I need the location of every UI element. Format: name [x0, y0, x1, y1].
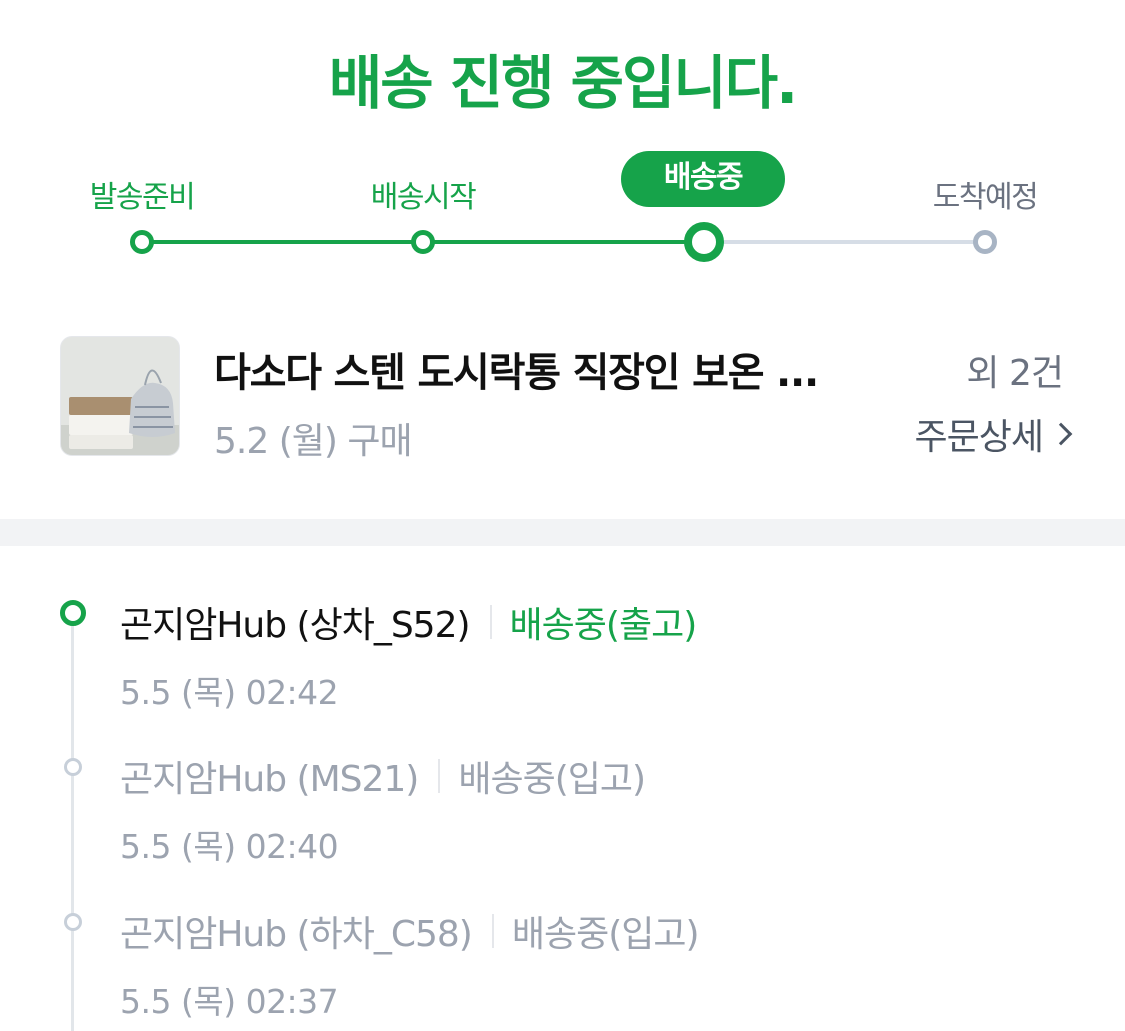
event-time: 5.5 (목) 02:37: [120, 982, 339, 1021]
step-label-expected-arrival: 도착예정: [932, 180, 1039, 215]
event-status: 배송중(출고): [509, 605, 698, 646]
step-label-preparing: 발송준비: [89, 180, 196, 215]
timeline-dot-past: [64, 758, 82, 776]
order-detail-link[interactable]: 주문상세: [914, 408, 1073, 460]
step-dot-preparing: [130, 230, 154, 254]
event-status: 배송중(입고): [511, 914, 700, 955]
step-label-in-transit: 배송중: [621, 151, 785, 207]
product-name[interactable]: 다소다 스텐 도시락통 직장인 보온 ...: [214, 340, 914, 398]
tracking-event: 곤지암Hub (상차_S52) 배송중(출고) 5.5 (목) 02:42: [120, 596, 698, 714]
step-dot-expected-arrival: [973, 230, 997, 254]
timeline-line: [71, 624, 74, 1031]
event-time: 5.5 (목) 02:40: [120, 827, 339, 866]
product-thumbnail[interactable]: [60, 336, 180, 456]
progress-track-pending: [704, 240, 985, 244]
event-separator: [438, 759, 441, 793]
event-separator: [489, 605, 492, 639]
lunchbox-photo-icon: [61, 337, 179, 455]
order-detail-label: 주문상세: [914, 417, 1044, 458]
section-divider: [0, 519, 1125, 546]
additional-items-count: 외 2건: [966, 353, 1064, 394]
event-separator: [491, 914, 494, 948]
timeline-dot-past: [64, 913, 82, 931]
event-location: 곤지암Hub (하차_C58): [120, 914, 473, 955]
step-dot-in-transit: [684, 222, 724, 262]
tracking-event: 곤지암Hub (하차_C58) 배송중(입고) 5.5 (목) 02:37: [120, 905, 700, 1023]
step-dot-shipped: [411, 230, 435, 254]
page-title: 배송 진행 중입니다.: [328, 49, 798, 117]
purchase-date: 5.2 (월) 구매: [214, 421, 413, 462]
event-time: 5.5 (목) 02:42: [120, 673, 339, 712]
step-label-shipped: 배송시작: [370, 180, 477, 215]
timeline-dot-current: [60, 600, 86, 626]
tracking-event: 곤지암Hub (MS21) 배송중(입고) 5.5 (목) 02:40: [120, 750, 646, 868]
event-location: 곤지암Hub (MS21): [120, 759, 419, 800]
chevron-right-icon: [1049, 422, 1073, 446]
event-status: 배송중(입고): [458, 759, 646, 800]
event-location: 곤지암Hub (상차_S52): [120, 605, 471, 646]
